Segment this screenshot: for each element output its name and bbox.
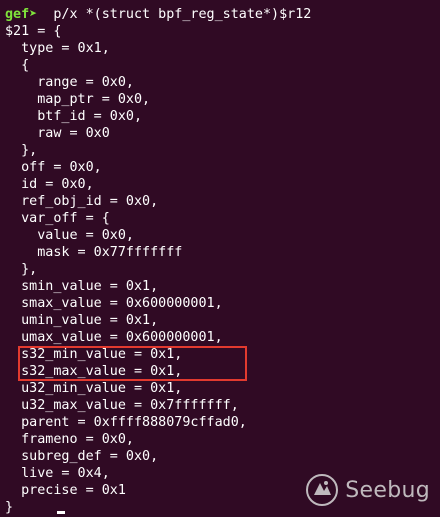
output-line: off = 0x0, <box>5 160 102 175</box>
output-line: smin_value = 0x1, <box>5 279 159 294</box>
output-line: type = 0x1, <box>5 41 110 56</box>
output-line: u32_max_value = 0x7fffffff, <box>5 398 239 413</box>
output-line: id = 0x0, <box>5 177 94 192</box>
output-line: }, <box>5 262 38 277</box>
output-line: u32_min_value = 0x1, <box>5 381 183 396</box>
output-line: map_ptr = 0x0, <box>5 92 151 107</box>
output-line: smax_value = 0x600000001, <box>5 296 223 311</box>
output-line: umax_value = 0x600000001, <box>5 330 223 345</box>
output-line: parent = 0xffff888079cffad0, <box>5 415 247 430</box>
output-line: ref_obj_id = 0x0, <box>5 194 159 209</box>
output-line: btf_id = 0x0, <box>5 109 143 124</box>
gef-prompt: gef➤ <box>5 7 38 22</box>
watermark-text: Seebug <box>345 477 430 503</box>
seebug-logo-icon <box>306 474 339 506</box>
output-line: mask = 0x77fffffff <box>5 245 183 260</box>
output-line: umin_value = 0x1, <box>5 313 159 328</box>
output-line: { <box>5 58 30 73</box>
output-line: value = 0x0, <box>5 228 134 243</box>
output-line: var_off = { <box>5 211 110 226</box>
highlight-box <box>18 346 247 381</box>
watermark: Seebug <box>305 473 430 507</box>
command-line: gef➤ p/x *(struct bpf_reg_state*)$r12 <box>5 6 440 23</box>
output-line: subreg_def = 0x0, <box>5 449 159 464</box>
terminal-cursor <box>57 511 65 514</box>
output-line: range = 0x0, <box>5 75 134 90</box>
command-text: p/x *(struct bpf_reg_state*)$r12 <box>37 7 312 22</box>
output-line: $21 = { <box>5 24 62 39</box>
output-line: frameno = 0x0, <box>5 432 134 447</box>
output-line: raw = 0x0 <box>5 126 110 141</box>
output-line: }, <box>5 143 38 158</box>
terminal-window[interactable]: gef➤ p/x *(struct bpf_reg_state*)$r12 $2… <box>0 0 440 517</box>
